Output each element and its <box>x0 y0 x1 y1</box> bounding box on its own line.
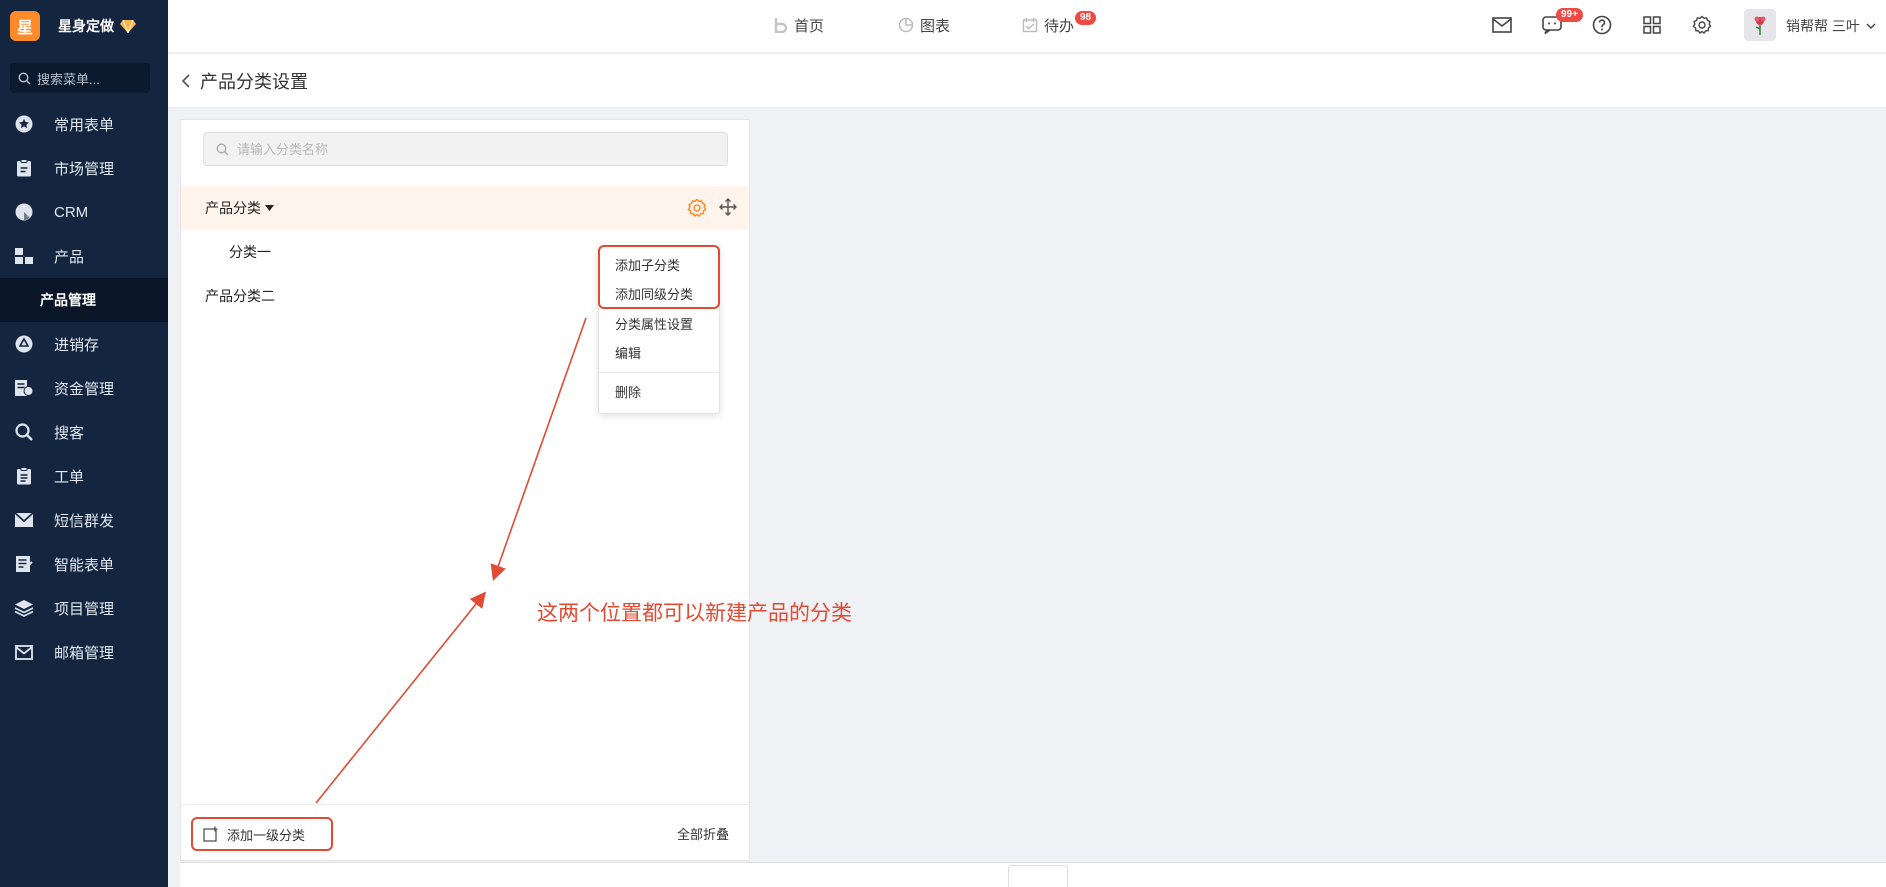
annotation-text: 这两个位置都可以新建产品的分类 <box>537 602 852 625</box>
arrow-from-context-menu <box>490 317 587 582</box>
pagination-control[interactable] <box>1008 865 1068 887</box>
annotation-arrows <box>315 317 587 804</box>
bottom-strip <box>180 862 1886 887</box>
arrow-from-add-button <box>315 591 487 804</box>
